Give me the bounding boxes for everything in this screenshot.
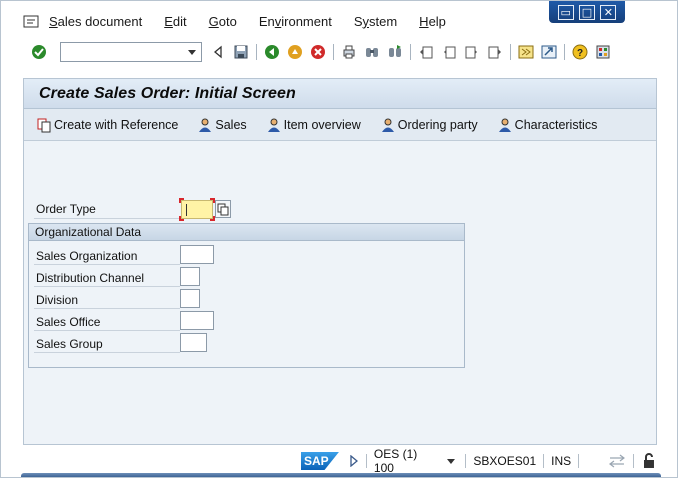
menu-edit[interactable]: Edit [164,14,186,29]
status-separator [633,454,635,468]
value-help-icon [217,203,229,216]
label-underline [34,352,180,353]
sales-button[interactable]: Sales [197,117,247,133]
create-with-reference-button[interactable]: Create with Reference [36,117,178,133]
status-separator [543,454,545,468]
minimize-button[interactable]: ▭ [557,4,574,20]
find-icon[interactable] [364,44,380,60]
window-controls: ▭ □ ✕ [549,1,625,23]
menu-system[interactable]: System [354,14,397,29]
division-label: Division [36,293,79,307]
last-page-icon[interactable] [487,44,503,60]
required-marker [179,198,184,203]
server-name: SBXOES01 [473,454,537,468]
taskbar-edge [21,473,661,477]
svg-text:?: ? [577,48,583,59]
text-cursor [186,204,187,216]
chevron-down-icon[interactable] [444,456,458,466]
copy-reference-icon [37,118,51,132]
help-icon[interactable]: ? [572,44,588,60]
characteristics-icon [498,118,511,132]
status-bar: SAP OES (1) 100 SBXOES01 INS [301,447,657,475]
screen-content: Order Type Organizational Data Sales Org… [24,141,656,443]
command-field[interactable] [60,42,202,62]
toolbar-separator [410,44,411,60]
sap-window: ▭ □ ✕ Sales document Edit Goto Environme… [0,0,678,478]
main-screen: Create Sales Order: Initial Screen Creat… [23,78,657,445]
menu-bar: Sales document Edit Goto Environment Sys… [23,11,468,31]
exit-icon[interactable] [287,44,303,60]
sap-logo: SAP [301,452,339,470]
close-button[interactable]: ✕ [600,4,617,20]
sales-office-field[interactable] [180,311,214,330]
layout-icon[interactable] [595,44,611,60]
sales-organization-label: Sales Organization [36,249,138,263]
menu-help[interactable]: Help [419,14,446,29]
order-type-field[interactable] [179,198,215,221]
label-underline [34,330,180,331]
enter-icon[interactable] [31,44,47,60]
save-icon[interactable] [233,44,249,60]
menu-goto[interactable]: Goto [209,14,237,29]
toolbar-separator [510,44,511,60]
insert-mode[interactable]: INS [551,454,571,468]
create-session-icon[interactable] [518,44,534,60]
status-separator [365,454,367,468]
characteristics-button[interactable]: Characteristics [497,117,597,133]
sales-group-field[interactable] [180,333,207,352]
sales-person-icon [199,118,212,132]
maximize-button[interactable]: □ [578,4,595,20]
division-field[interactable] [180,289,200,308]
required-marker [179,216,184,221]
order-type-label: Order Type [36,202,96,216]
sales-organization-field[interactable] [180,245,214,264]
sales-group-label: Sales Group [36,337,103,351]
connection-icon [609,454,626,468]
label-underline [34,218,180,219]
cancel-icon[interactable] [310,44,326,60]
system-info: OES (1) 100 [373,447,418,475]
standard-toolbar: ? [31,39,637,65]
toolbar-separator [333,44,334,60]
shortcut-icon[interactable] [541,44,557,60]
label-underline [34,286,180,287]
system-menu-icon[interactable] [23,15,39,28]
status-separator [578,454,580,468]
item-overview-button[interactable]: Item overview [266,117,361,133]
ordering-party-icon [381,118,394,132]
lock-icon[interactable] [641,453,657,469]
group-title: Organizational Data [29,224,464,241]
label-underline [34,264,180,265]
distribution-channel-label: Distribution Channel [36,271,145,285]
page-title: Create Sales Order: Initial Screen [39,84,296,102]
back-icon[interactable] [264,44,280,60]
next-page-icon[interactable] [464,44,480,60]
find-next-icon[interactable] [387,44,403,60]
toolbar-separator [564,44,565,60]
status-expand-icon[interactable] [349,455,359,467]
menu-sales-document[interactable]: Sales document [49,14,142,29]
organizational-data-group: Organizational Data Sales Organization D… [28,223,465,368]
value-help-button[interactable] [215,200,231,218]
menu-environment[interactable]: Environment [259,14,332,29]
status-separator [465,454,467,468]
print-icon[interactable] [341,44,357,60]
previous-page-icon[interactable] [441,44,457,60]
first-page-icon[interactable] [418,44,434,60]
screen-title-bar: Create Sales Order: Initial Screen [24,79,656,109]
label-underline [34,308,180,309]
ordering-party-button[interactable]: Ordering party [380,117,478,133]
chevron-down-icon[interactable] [188,50,196,55]
application-toolbar: Create with Reference Sales Item overvie… [24,109,656,141]
item-overview-icon [267,118,280,132]
sales-office-label: Sales Office [36,315,101,329]
toolbar-separator [256,44,257,60]
back-nav-icon[interactable] [210,44,226,60]
distribution-channel-field[interactable] [180,267,200,286]
